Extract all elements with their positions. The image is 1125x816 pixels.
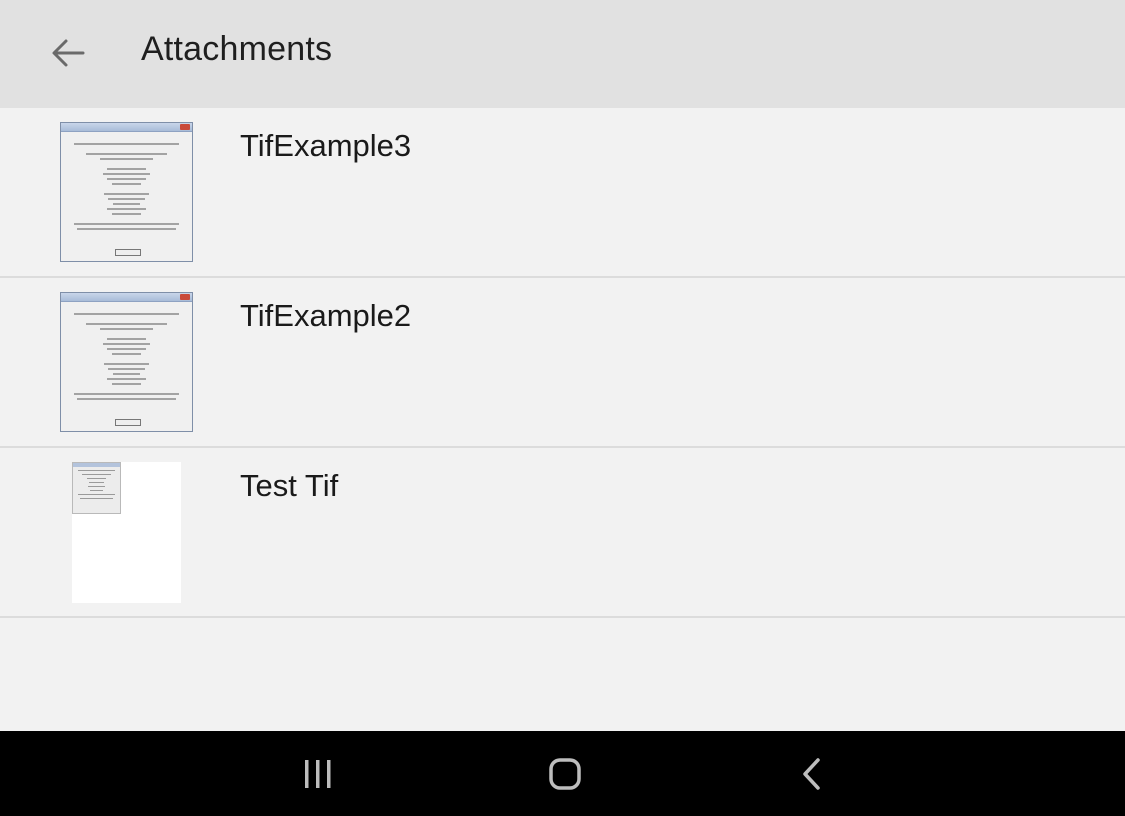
attachment-item[interactable]: TifExample3 (0, 108, 1125, 278)
attachment-name: Test Tif (240, 468, 339, 503)
attachment-item[interactable]: Test Tif (0, 448, 1125, 618)
attachment-name: TifExample3 (240, 128, 412, 163)
recent-apps-icon (305, 760, 331, 788)
back-button[interactable] (40, 28, 96, 78)
attachments-list: TifExample3 TifExample2 Test Tif (0, 108, 1125, 618)
system-navigation-bar (0, 731, 1125, 816)
page-title: Attachments (141, 30, 333, 68)
app-bar: Attachments (0, 0, 1125, 108)
recent-apps-button[interactable] (288, 749, 348, 799)
arrow-back-icon (52, 39, 85, 67)
attachment-thumbnail (60, 292, 193, 432)
attachment-name: TifExample2 (240, 298, 412, 333)
home-button[interactable] (535, 749, 595, 799)
attachment-thumbnail (60, 122, 193, 262)
home-icon (549, 758, 581, 790)
system-back-button[interactable] (782, 749, 842, 799)
attachment-thumbnail (72, 462, 181, 603)
back-chevron-icon (803, 758, 820, 790)
attachment-item[interactable]: TifExample2 (0, 278, 1125, 448)
attachments-screen: Attachments TifExample3 TifExample2 Test… (0, 0, 1125, 816)
